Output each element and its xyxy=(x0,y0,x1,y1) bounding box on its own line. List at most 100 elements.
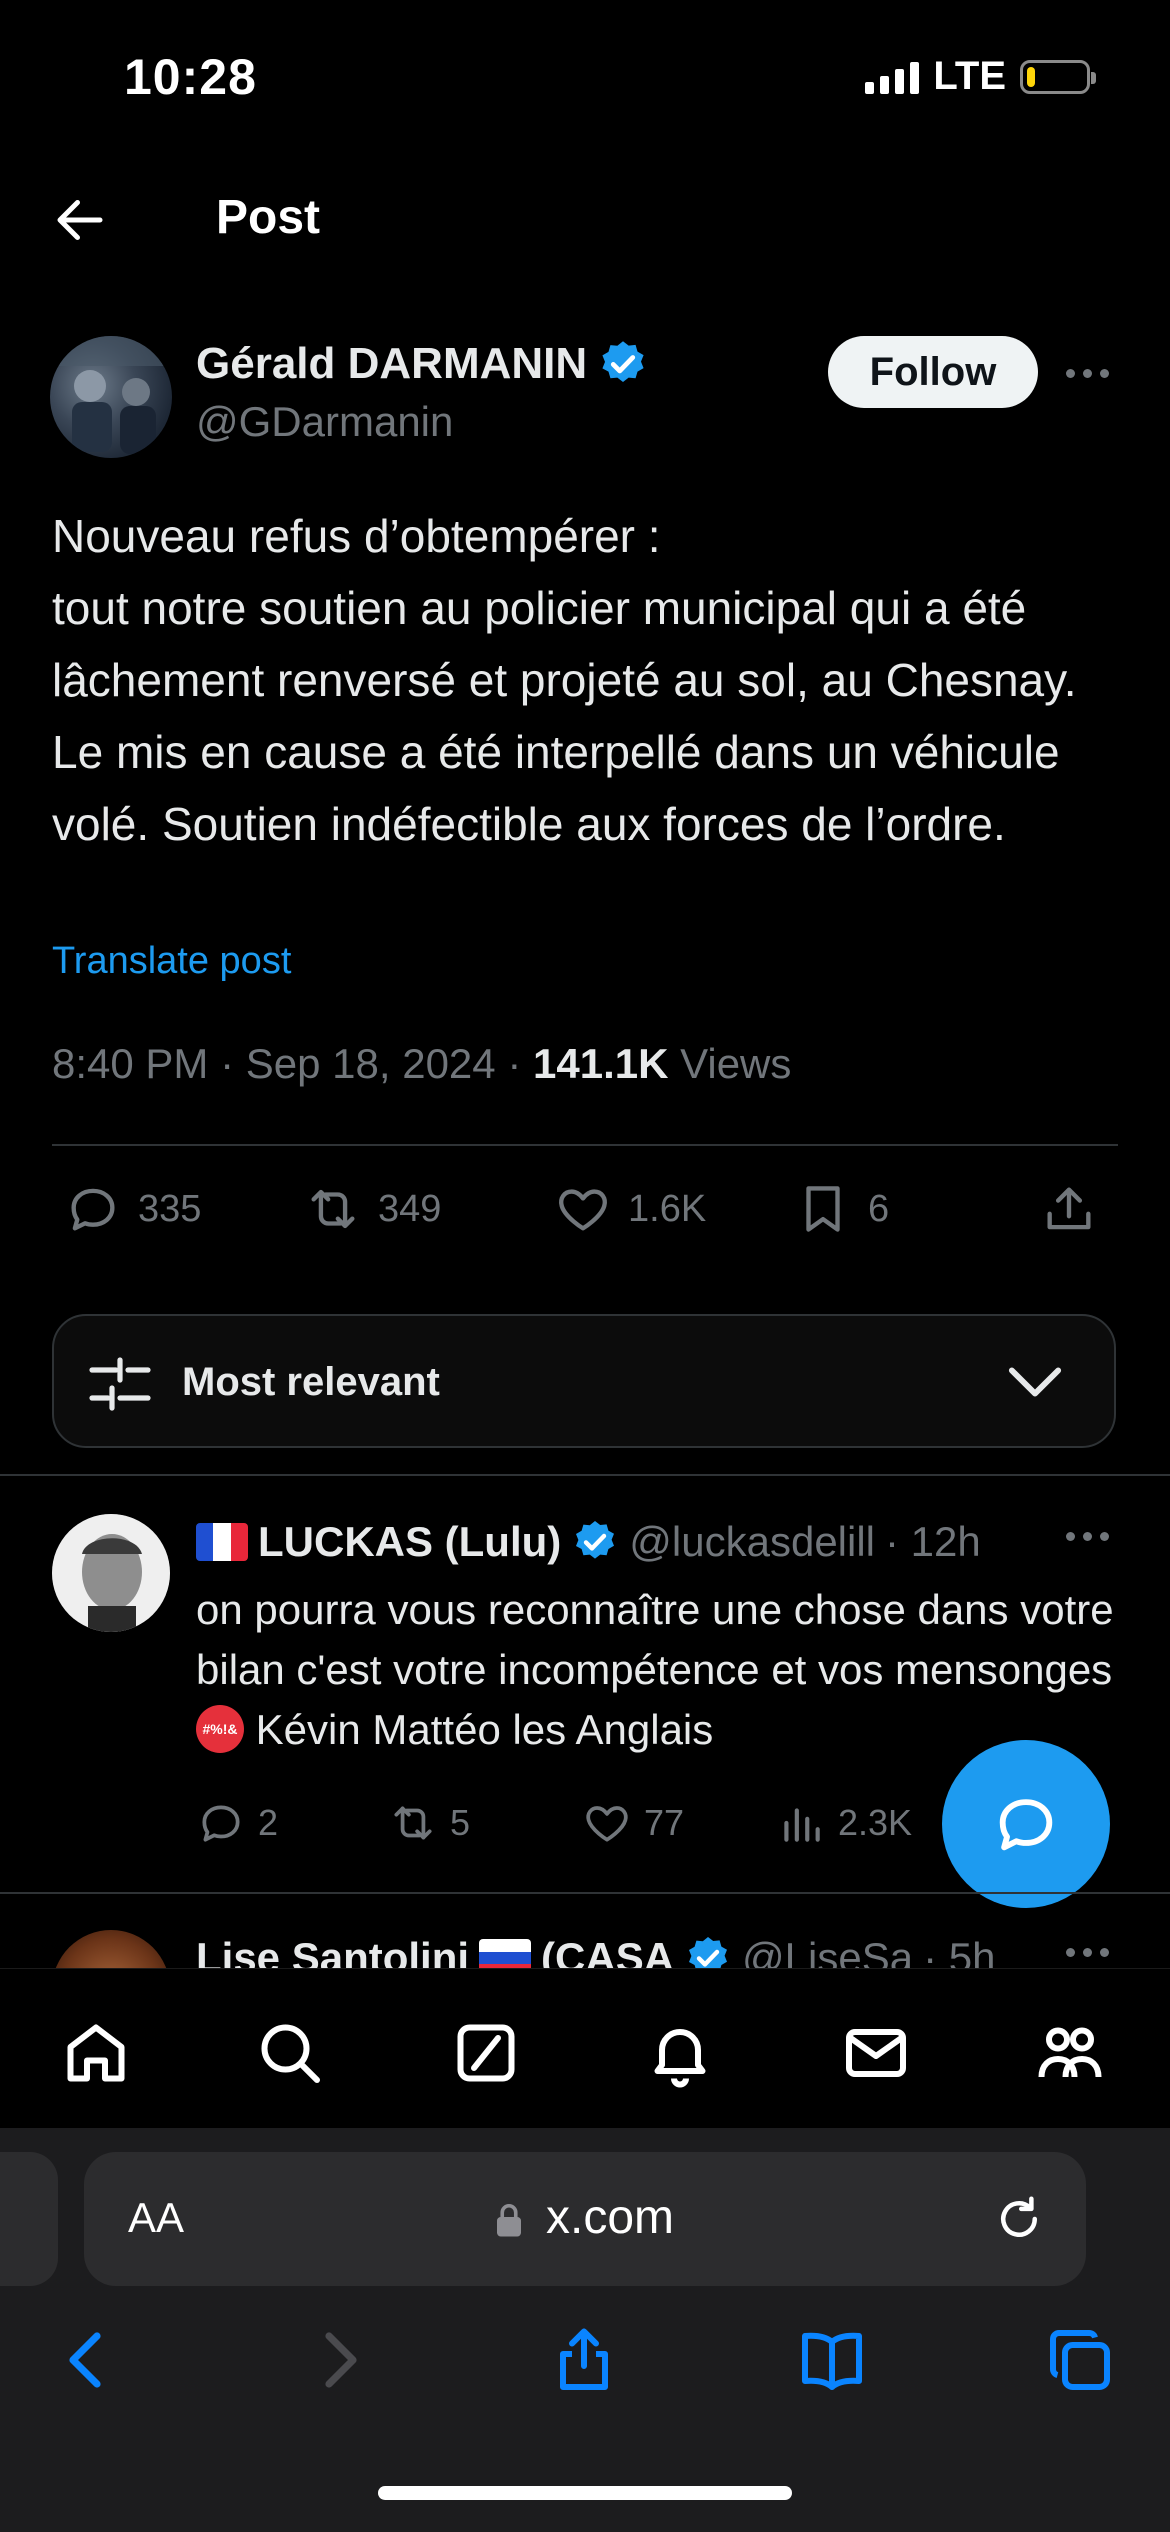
browser-forward-icon[interactable] xyxy=(302,2324,374,2396)
like-button[interactable]: 1.6K xyxy=(554,1180,706,1238)
share-icon xyxy=(1047,1187,1091,1230)
verified-badge-icon xyxy=(602,341,644,382)
reply-avatar[interactable] xyxy=(52,1514,170,1632)
reply-author-handle[interactable]: @luckasdelill xyxy=(629,1518,875,1566)
back-arrow-icon[interactable] xyxy=(50,190,110,250)
reply-text: on pourra vous reconnaître une chose dan… xyxy=(196,1580,1116,1760)
share-button[interactable] xyxy=(1040,1180,1098,1238)
bookmark-button[interactable]: 6 xyxy=(794,1180,889,1238)
reply-like-button[interactable]: 77 xyxy=(582,1798,684,1848)
page-title: Post xyxy=(216,191,321,244)
views-count[interactable]: 141.1K xyxy=(533,1040,668,1087)
next-reply-handle[interactable]: @LiseSa xyxy=(742,1934,913,1968)
author-name-row[interactable]: Gérald DARMANIN xyxy=(196,338,649,390)
meta-separator: · xyxy=(507,1040,522,1087)
tabs-icon[interactable] xyxy=(1044,2324,1116,2396)
verified-badge-icon xyxy=(689,1937,728,1968)
post-text: Nouveau refus d’obtempérer : tout notre … xyxy=(52,510,1077,850)
heart-icon xyxy=(586,1806,628,1842)
communities-icon[interactable] xyxy=(1034,2017,1106,2089)
cursing-face-emoji: #%!& xyxy=(196,1704,244,1753)
reply-views-count: 2.3K xyxy=(838,1802,913,1843)
compose-reply-button[interactable] xyxy=(942,1740,1110,1908)
replies-sort-dropdown[interactable]: Most relevant xyxy=(52,1314,1116,1448)
notifications-bell-icon[interactable] xyxy=(644,2017,716,2089)
bookmark-count: 6 xyxy=(868,1187,890,1230)
next-reply-time: · 5h xyxy=(923,1934,996,1968)
lock-icon xyxy=(497,2203,521,2237)
status-indicators: LTE xyxy=(865,54,1096,99)
url-text[interactable]: x.com xyxy=(546,2190,674,2245)
sliders-icon xyxy=(89,1357,151,1411)
reply-reply-button[interactable]: 2 xyxy=(196,1798,278,1848)
bookmark-icon xyxy=(806,1186,840,1232)
meta-separator: · xyxy=(220,1040,235,1087)
reload-icon[interactable] xyxy=(992,2192,1046,2246)
bookmarks-book-icon[interactable] xyxy=(796,2324,868,2396)
app-bottom-nav xyxy=(0,1968,1170,2129)
repost-button[interactable]: 349 xyxy=(304,1180,441,1238)
translate-post-link[interactable]: Translate post xyxy=(52,940,291,983)
next-reply-author-name[interactable]: Lise Santolini xyxy=(196,1934,469,1968)
author-avatar[interactable] xyxy=(50,336,172,458)
reply-author-name[interactable]: LUCKAS (Lulu) xyxy=(258,1518,561,1566)
browser-share-icon[interactable] xyxy=(548,2324,620,2396)
next-reply-avatar[interactable] xyxy=(52,1930,170,1968)
reply-repost-count: 5 xyxy=(450,1802,471,1843)
next-reply-header[interactable]: Lise Santolini (CASA @LiseSa · 5h xyxy=(196,1934,995,1968)
sort-label: Most relevant xyxy=(182,1360,440,1404)
reply-views-button[interactable]: 2.3K xyxy=(776,1798,912,1848)
reply-count: 335 xyxy=(138,1187,202,1230)
previous-tab-peek[interactable] xyxy=(0,2152,58,2286)
reply-icon xyxy=(202,1805,240,1842)
follow-button[interactable]: Follow xyxy=(828,336,1038,408)
divider xyxy=(0,1474,1170,1476)
chevron-down-icon xyxy=(1008,1367,1062,1397)
messages-envelope-icon[interactable] xyxy=(840,2017,912,2089)
next-reply-preview[interactable]: Lise Santolini (CASA @LiseSa · 5h xyxy=(0,1896,1170,1968)
author-name[interactable]: Gérald DARMANIN xyxy=(196,339,587,389)
flag-icon xyxy=(479,1939,532,1968)
status-time: 10:28 xyxy=(124,49,257,105)
post-meta: 8:40 PM · Sep 18, 2024 · 141.1K Views xyxy=(52,1040,791,1088)
repost-count: 349 xyxy=(378,1187,442,1230)
reply-like-count: 77 xyxy=(644,1802,685,1843)
reply-text-main: on pourra vous reconnaître une chose dan… xyxy=(196,1586,1114,1693)
reply-header[interactable]: LUCKAS (Lulu) @luckasdelill · 12h xyxy=(196,1518,981,1566)
repost-icon xyxy=(311,1189,355,1229)
post-actions: 335 349 1.6K 6 xyxy=(64,1180,1124,1260)
chat-bubble-icon xyxy=(999,1799,1053,1851)
repost-icon xyxy=(394,1806,432,1840)
browser-toolbar: AA x.com xyxy=(0,2128,1170,2532)
post-time: 8:40 PM xyxy=(52,1040,209,1087)
bar-chart-icon xyxy=(784,1808,820,1842)
network-type: LTE xyxy=(933,54,1006,98)
next-reply-name-suffix: (CASA xyxy=(541,1934,675,1968)
views-label: Views xyxy=(680,1040,792,1087)
next-reply-more-icon[interactable] xyxy=(1066,1948,1114,1957)
cellular-signal-icon xyxy=(865,60,920,94)
divider xyxy=(0,1892,1170,1894)
france-flag-icon xyxy=(196,1523,248,1561)
heart-icon xyxy=(559,1189,607,1231)
reply-button[interactable]: 335 xyxy=(64,1180,201,1238)
reader-options-button[interactable]: AA xyxy=(128,2194,184,2242)
reply-icon xyxy=(71,1188,115,1231)
browser-back-icon[interactable] xyxy=(52,2324,124,2396)
search-icon[interactable] xyxy=(254,2017,326,2089)
reply-time: · 12h xyxy=(885,1518,981,1565)
author-handle[interactable]: @GDarmanin xyxy=(196,398,453,446)
reply-reply-count: 2 xyxy=(258,1802,279,1843)
reply-repost-button[interactable]: 5 xyxy=(388,1798,470,1848)
battery-icon xyxy=(1020,59,1096,94)
reply-more-options-icon[interactable] xyxy=(1066,1532,1114,1541)
address-bar[interactable]: AA x.com xyxy=(84,2152,1086,2286)
more-options-icon[interactable] xyxy=(1066,356,1114,390)
grok-icon[interactable] xyxy=(450,2017,522,2089)
post-date: Sep 18, 2024 xyxy=(245,1040,496,1087)
reply-actions: 2 5 77 2.3K xyxy=(196,1798,956,1858)
home-icon[interactable] xyxy=(60,2017,132,2089)
divider xyxy=(52,1144,1118,1146)
verified-badge-icon xyxy=(576,1521,615,1559)
reply-text-end: Kévin Mattéo les Anglais xyxy=(255,1706,714,1753)
